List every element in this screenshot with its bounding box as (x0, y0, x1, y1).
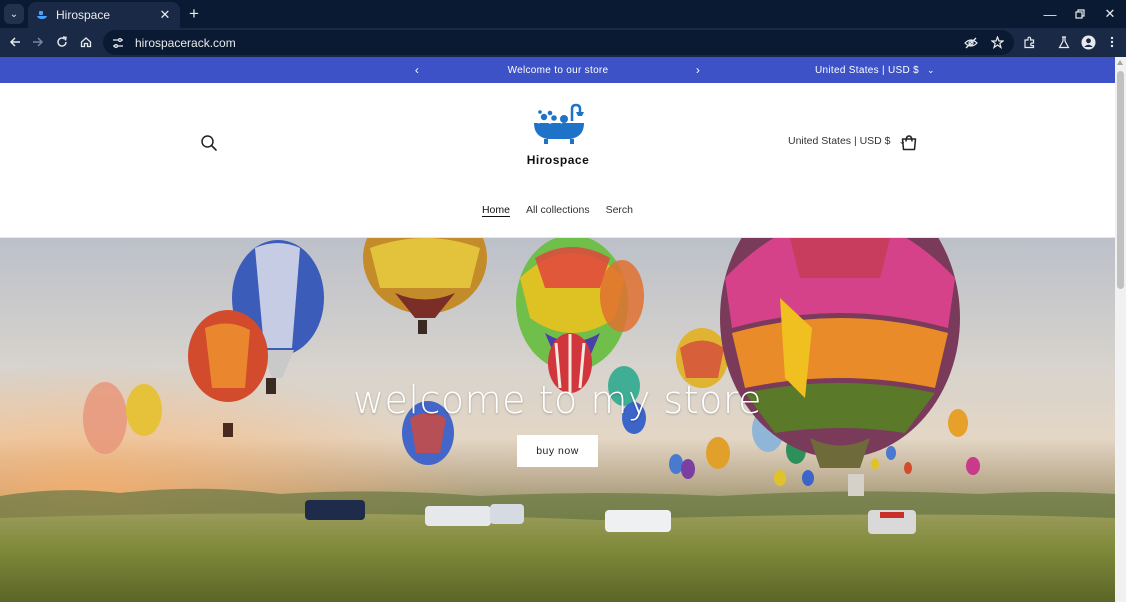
site-logo[interactable]: Hirospace (520, 103, 596, 169)
profile-icon[interactable] (1078, 32, 1098, 52)
reload-icon[interactable] (52, 32, 72, 52)
main-menu: Home All collections Serch (0, 204, 1115, 218)
scroll-up-icon[interactable] (1117, 60, 1123, 65)
menu-item-search[interactable]: Serch (606, 204, 633, 218)
hero-banner: welcome to my store buy now (0, 238, 1115, 602)
menu-item-all-collections[interactable]: All collections (526, 204, 590, 218)
announcement-locale-label: United States | USD $ (815, 64, 919, 76)
tab-list-button[interactable]: ⌄ (4, 4, 24, 24)
browser-toolbar: hirospacerack.com (0, 28, 1126, 57)
web-page: ‹ Welcome to our store › United States |… (0, 57, 1115, 602)
scrollbar-thumb[interactable] (1117, 71, 1124, 289)
star-icon[interactable] (988, 34, 1006, 52)
site-header: Hirospace United States | USD $ ⌄ Home A… (0, 83, 1115, 238)
browser-tab-bar: ⌄ Hirospace ✕ + — ✕ (0, 0, 1126, 28)
minimize-icon[interactable]: — (1040, 4, 1060, 24)
close-window-icon[interactable]: ✕ (1100, 4, 1120, 24)
menu-item-home[interactable]: Home (482, 204, 510, 218)
chevron-left-icon[interactable]: ‹ (409, 57, 425, 83)
browser-tab[interactable]: Hirospace ✕ (28, 2, 180, 28)
hero-headline: welcome to my store (352, 378, 763, 422)
extensions-icon[interactable] (1019, 32, 1039, 52)
tab-list-icon: ⌄ (9, 8, 19, 20)
search-icon[interactable] (199, 133, 219, 153)
chevron-down-icon: ⌄ (926, 64, 935, 75)
menu-icon[interactable] (1102, 32, 1122, 52)
page-scrollbar[interactable] (1115, 57, 1126, 602)
cart-icon[interactable] (899, 133, 919, 153)
close-icon[interactable]: ✕ (158, 7, 172, 23)
header-locale-label: United States | USD $ (788, 135, 891, 147)
header-locale-selector[interactable]: United States | USD $ ⌄ (788, 135, 906, 147)
restore-icon[interactable] (1070, 4, 1090, 24)
back-icon[interactable] (5, 32, 25, 52)
labs-icon[interactable] (1054, 32, 1074, 52)
buy-now-button[interactable]: buy now (517, 435, 598, 467)
favicon-icon (36, 9, 48, 21)
tab-title: Hirospace (56, 8, 111, 22)
home-icon[interactable] (76, 32, 96, 52)
url-text: hirospacerack.com (135, 35, 236, 50)
forward-icon[interactable] (28, 32, 48, 52)
eye-off-icon[interactable] (962, 34, 980, 52)
site-info-icon[interactable] (111, 36, 125, 50)
announcement-bar: ‹ Welcome to our store › United States |… (0, 57, 1115, 83)
announcement-message: Welcome to our store (507, 64, 609, 76)
announcement-locale-selector[interactable]: United States | USD $ ⌄ (815, 57, 935, 83)
chevron-right-icon[interactable]: › (690, 57, 706, 83)
bathtub-logo-icon (534, 103, 584, 144)
address-bar[interactable]: hirospacerack.com (103, 30, 1014, 55)
brand-name: Hirospace (526, 153, 590, 167)
plus-icon[interactable]: + (184, 4, 204, 24)
